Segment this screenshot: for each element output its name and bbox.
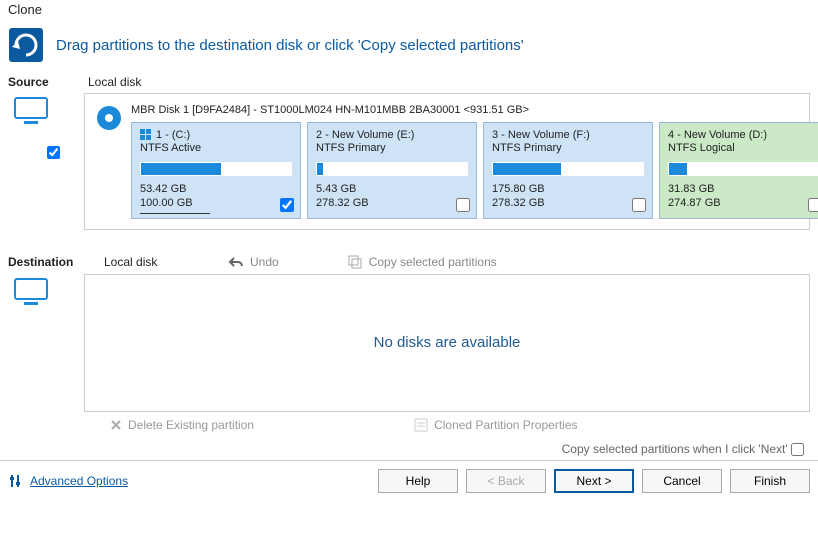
window-title: Clone: [0, 0, 818, 19]
delete-partition-button[interactable]: Delete Existing partition: [110, 418, 254, 432]
monitor-icon: [14, 278, 48, 308]
help-button[interactable]: Help: [378, 469, 458, 493]
cloned-properties-button[interactable]: Cloned Partition Properties: [414, 418, 577, 432]
destination-location: Local disk: [104, 255, 204, 269]
copy-icon: [347, 254, 363, 270]
usage-bar: [316, 162, 468, 176]
usage-bar: [140, 162, 292, 176]
partition-card[interactable]: 2 - New Volume (E:)NTFS Primary 5.43 GB27…: [307, 122, 477, 219]
next-button[interactable]: Next >: [554, 469, 634, 493]
partition-type: NTFS Primary: [316, 142, 468, 154]
source-label: Source: [8, 75, 80, 89]
advanced-options-link[interactable]: Advanced Options: [8, 473, 128, 489]
copy-on-next-checkbox[interactable]: [791, 443, 804, 456]
source-location: Local disk: [88, 75, 810, 89]
used-size: 53.42 GB: [140, 182, 292, 196]
cancel-button[interactable]: Cancel: [642, 469, 722, 493]
partition-card[interactable]: 4 - New Volume (D:)NTFS Logical 31.83 GB2…: [659, 122, 818, 219]
partition-checkbox[interactable]: [808, 198, 818, 212]
partition-checkbox[interactable]: [456, 198, 470, 212]
undo-button[interactable]: Undo: [228, 255, 279, 269]
partition-name: 4 - New Volume (D:): [668, 129, 767, 141]
partition-name: 1 - (C:): [156, 129, 190, 141]
finish-button[interactable]: Finish: [730, 469, 810, 493]
used-size: 5.43 GB: [316, 182, 468, 196]
partition-checkbox[interactable]: [632, 198, 646, 212]
disk-select-checkbox[interactable]: [47, 146, 60, 159]
disk-icon: [95, 104, 123, 132]
total-size: 278.32 GB: [316, 196, 468, 210]
partition-type: NTFS Active: [140, 142, 292, 154]
back-button[interactable]: < Back: [466, 469, 546, 493]
no-disks-text: No disks are available: [374, 334, 521, 351]
close-icon: [110, 419, 122, 431]
sliders-icon: [8, 473, 24, 489]
header-icon: [8, 27, 44, 63]
total-size: 274.87 GB: [668, 196, 818, 210]
usage-bar: [492, 162, 644, 176]
total-size: 100.00 GB: [140, 196, 292, 210]
wizard-header: Drag partitions to the destination disk …: [0, 19, 818, 71]
partition-card[interactable]: 3 - New Volume (F:)NTFS Primary 175.80 GB…: [483, 122, 653, 219]
usage-bar: [668, 162, 818, 176]
copy-on-next-label: Copy selected partitions when I click 'N…: [562, 442, 788, 456]
partition-checkbox[interactable]: [280, 198, 294, 212]
disk-title: MBR Disk 1 [D9FA2484] - ST1000LM024 HN-M…: [131, 104, 818, 116]
undo-icon: [228, 255, 244, 269]
used-size: 175.80 GB: [492, 182, 644, 196]
destination-panel[interactable]: No disks are available: [84, 274, 810, 412]
copy-selected-button[interactable]: Copy selected partitions: [347, 254, 497, 270]
source-panel: MBR Disk 1 [D9FA2484] - ST1000LM024 HN-M…: [84, 93, 810, 230]
partition-type: NTFS Primary: [492, 142, 644, 154]
header-text: Drag partitions to the destination disk …: [56, 37, 524, 54]
properties-icon: [414, 418, 428, 432]
used-size: 31.83 GB: [668, 182, 818, 196]
total-size: 278.32 GB: [492, 196, 644, 210]
partition-name: 3 - New Volume (F:): [492, 129, 590, 141]
destination-label: Destination: [8, 255, 80, 269]
partition-card[interactable]: 1 - (C:)NTFS Active 53.42 GB100.00 GB: [131, 122, 301, 219]
monitor-icon: [14, 97, 48, 127]
partition-type: NTFS Logical: [668, 142, 818, 154]
partition-name: 2 - New Volume (E:): [316, 129, 414, 141]
